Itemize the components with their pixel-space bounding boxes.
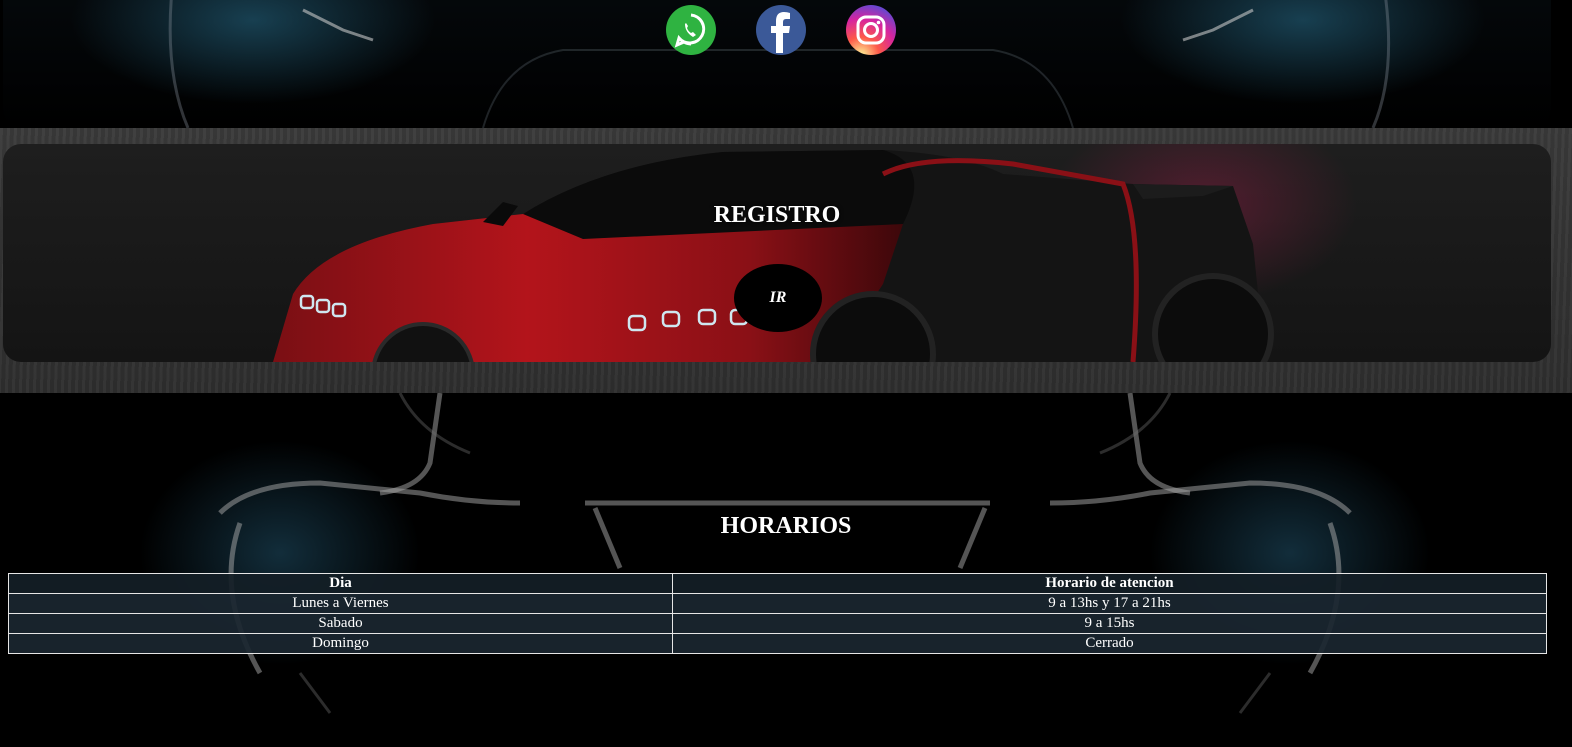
horarios-section: HORARIOS Dia Horario de atencion Lunes a… <box>0 393 1572 747</box>
facebook-button[interactable] <box>756 5 806 55</box>
cell-horario: 9 a 15hs <box>672 613 1547 634</box>
cell-horario: Cerrado <box>672 633 1547 654</box>
car-outline-background <box>218 393 1352 714</box>
cell-horario: 9 a 13hs y 17 a 21hs <box>672 593 1547 614</box>
cell-dia: Sabado <box>8 613 673 634</box>
whatsapp-button[interactable] <box>666 5 716 55</box>
horarios-table: Dia Horario de atencion Lunes a Viernes … <box>8 573 1547 654</box>
instagram-icon <box>846 5 896 55</box>
cell-dia: Lunes a Viernes <box>8 593 673 614</box>
whatsapp-icon <box>666 5 716 55</box>
page: REGISTRO IR HORARIOS Dia Horario de aten… <box>0 0 1572 747</box>
table-row: Sabado 9 a 15hs <box>8 613 1547 634</box>
header-horario: Horario de atencion <box>672 573 1547 594</box>
table-header-row: Dia Horario de atencion <box>8 573 1547 594</box>
facebook-icon <box>756 5 806 55</box>
horarios-title: HORARIOS <box>720 513 852 539</box>
table-row: Lunes a Viernes 9 a 13hs y 17 a 21hs <box>8 593 1547 614</box>
cell-dia: Domingo <box>8 633 673 654</box>
registro-title: REGISTRO <box>713 202 841 228</box>
registro-panel: REGISTRO IR <box>3 144 1551 362</box>
header-dia: Dia <box>8 573 673 594</box>
instagram-button[interactable] <box>846 5 896 55</box>
social-links <box>666 5 896 55</box>
ir-button[interactable]: IR <box>734 264 822 332</box>
table-row: Domingo Cerrado <box>8 633 1547 654</box>
social-panel <box>3 0 1551 128</box>
